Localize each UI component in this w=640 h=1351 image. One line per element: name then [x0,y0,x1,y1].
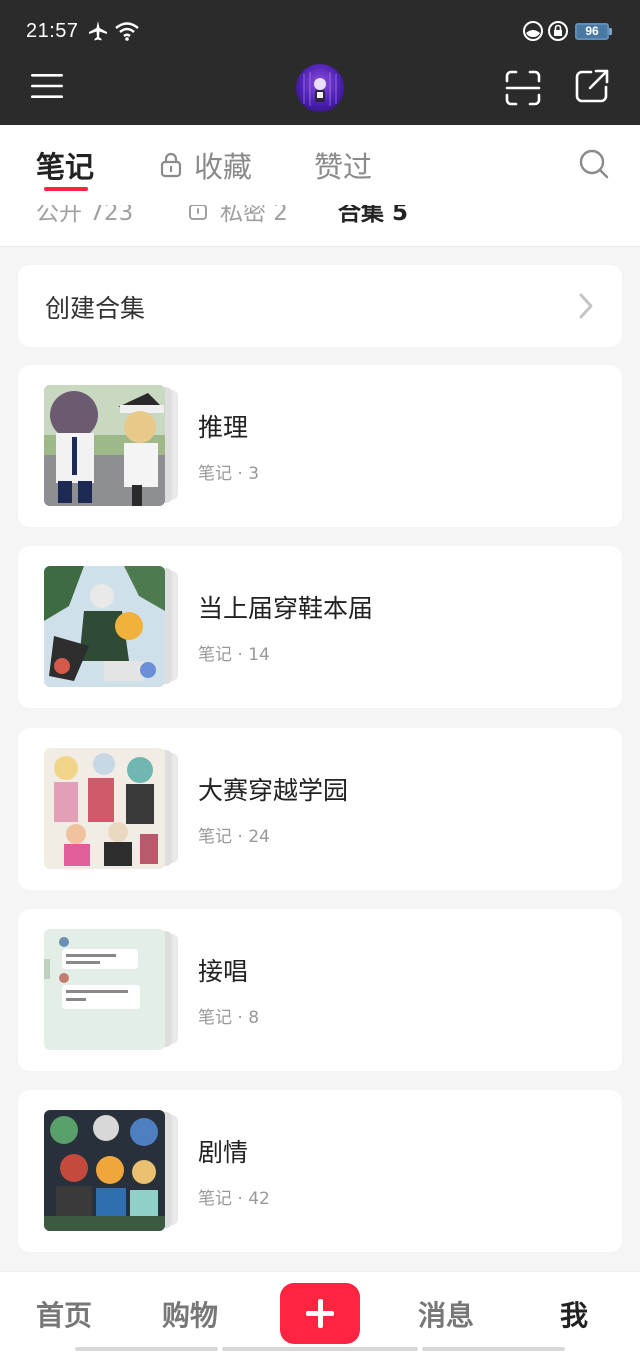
home-indicator [222,1347,418,1351]
collection-note-count: 笔记 · 3 [198,464,260,484]
collection-cover-image [44,929,165,1050]
collection-cover-image [44,1110,165,1231]
collection-note-count: 笔记 · 14 [198,645,270,665]
battery-icon: 96 [575,23,612,40]
lock-rotate-icon [547,20,569,46]
app-bar [0,62,640,125]
collection-note-count: 笔记 · 8 [198,1008,260,1028]
collection-cover-stack [44,566,180,688]
subtab-private[interactable]: 私密 2 [220,205,288,227]
home-indicator [422,1347,565,1351]
avatar[interactable] [296,64,344,112]
status-time: 21:57 [26,20,79,42]
collection-note-count: 笔记 · 42 [198,1189,270,1209]
bottom-nav: 首页 购物 消息 我 [0,1271,640,1351]
collection-cover-image [44,566,165,687]
subtab-public[interactable]: 公开 723 [36,205,133,227]
home-indicator [75,1347,218,1351]
wifi-icon [114,20,140,46]
create-post-button[interactable] [280,1283,360,1344]
collection-cover-stack [44,385,180,507]
subtab-collections[interactable]: 合集 5 [338,205,408,227]
nav-messages[interactable]: 消息 [418,1294,474,1334]
search-icon[interactable] [578,148,610,184]
collection-note-count: 笔记 · 24 [198,827,270,847]
collection-card[interactable]: 大赛穿越学园 笔记 · 24 [18,728,622,890]
collection-title: 当上届穿鞋本届 [198,594,374,623]
collection-cover-image [44,748,165,869]
chevron-right-icon [578,292,594,324]
lock-icon [160,152,182,182]
tab-favorites[interactable]: 收藏 [194,144,252,186]
collection-title: 推理 [198,413,249,442]
collection-cover-stack [44,748,180,870]
status-bar: 21:57 96 [0,0,640,62]
collection-title: 剧情 [198,1138,249,1167]
create-collection-label: 创建合集 [45,294,146,323]
scan-icon[interactable] [505,70,541,110]
tab-liked[interactable]: 赞过 [314,144,372,186]
profile-tabs: 笔记 收藏 赞过 [0,125,640,205]
collection-card[interactable]: 接唱 笔记 · 8 [18,909,622,1071]
tab-active-indicator [44,187,88,191]
nav-me[interactable]: 我 [560,1294,588,1334]
tab-notes[interactable]: 笔记 [36,144,94,186]
nav-shopping[interactable]: 购物 [162,1294,218,1334]
lock-icon [188,205,208,225]
moon-icon [522,20,544,46]
collection-card[interactable]: 当上届穿鞋本届 笔记 · 14 [18,546,622,708]
nav-home[interactable]: 首页 [36,1294,92,1334]
sub-tabs: 公开 723 私密 2 合集 5 [0,205,640,247]
collection-cover-stack [44,929,180,1051]
airplane-icon [88,20,108,46]
collection-card[interactable]: 推理 笔记 · 3 [18,365,622,527]
collection-cover-image [44,385,165,506]
collection-title: 大赛穿越学园 [198,776,349,805]
create-collection-button[interactable]: 创建合集 [18,265,622,347]
menu-icon[interactable] [30,72,64,104]
collection-card[interactable]: 剧情 笔记 · 42 [18,1090,622,1252]
collection-cover-stack [44,1110,180,1232]
collection-title: 接唱 [198,957,249,986]
share-icon[interactable] [574,68,610,108]
